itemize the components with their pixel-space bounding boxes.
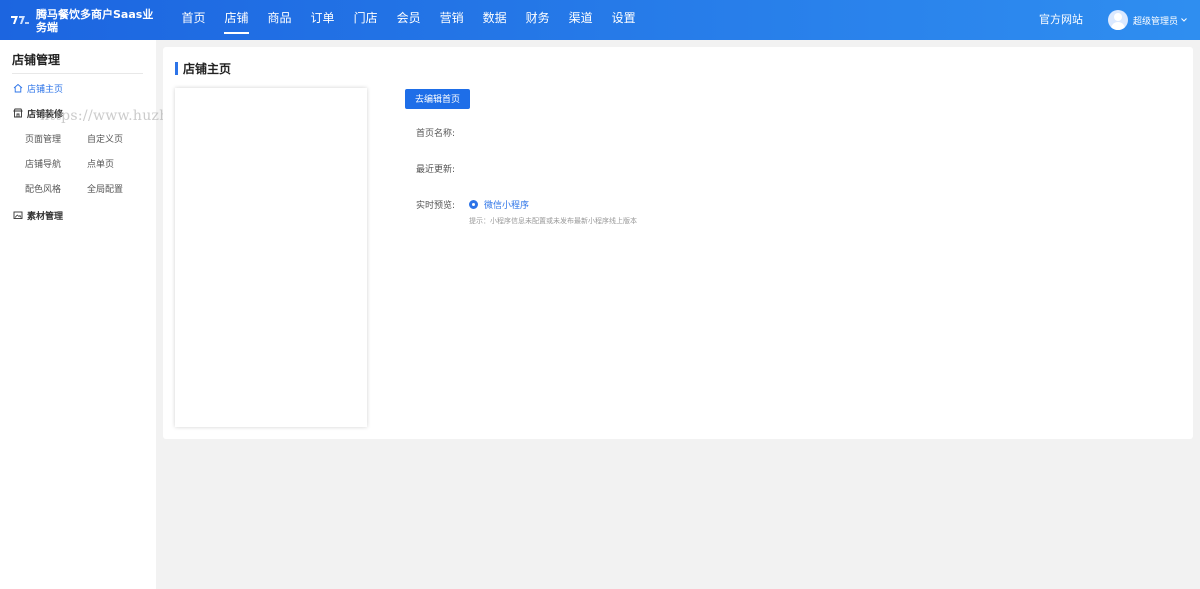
avatar xyxy=(1108,10,1128,30)
chevron-down-icon xyxy=(1181,18,1187,22)
sidebar-item-store-decoration[interactable]: 店铺装修 xyxy=(13,106,63,120)
nav-item-settings[interactable]: 设置 xyxy=(602,0,645,40)
preview-label: 实时预览: xyxy=(416,201,456,211)
nav-item-goods[interactable]: 商品 xyxy=(258,0,301,40)
sidebar: 店铺管理 店铺主页 店铺装修 页面管理 自定义页 店铺导航 点单页 配色风格 全… xyxy=(0,40,156,589)
sidebar-subitem-store-navigation[interactable]: 店铺导航 xyxy=(25,157,61,170)
user-name: 超级管理员 xyxy=(1133,16,1179,27)
sidebar-item-store-home[interactable]: 店铺主页 xyxy=(13,81,63,95)
home-icon xyxy=(13,83,23,93)
brand-name: 腾马餐饮多商户Saas业务端 xyxy=(36,8,154,34)
sidebar-item-label: 店铺主页 xyxy=(27,84,64,95)
user-menu[interactable]: 超级管理员 xyxy=(1108,9,1188,31)
sidebar-item-label: 素材管理 xyxy=(27,211,64,222)
nav-item-members[interactable]: 会员 xyxy=(387,0,430,40)
nav-item-data[interactable]: 数据 xyxy=(473,0,516,40)
edit-home-button[interactable]: 去编辑首页 xyxy=(405,89,470,109)
main-nav: 首页 店铺 商品 订单 门店 会员 营销 数据 财务 渠道 设置 xyxy=(172,0,645,40)
brand-logo-icon xyxy=(11,16,29,24)
official-site-link[interactable]: 官方网站 xyxy=(1039,0,1083,40)
sidebar-title: 店铺管理 xyxy=(12,53,61,67)
phone-preview-frame xyxy=(175,88,367,427)
main-content-card: 店铺主页 去编辑首页 首页名称: 最近更新: 实时预览: 微信小程序 提示：小程… xyxy=(163,47,1193,439)
nav-item-store[interactable]: 店铺 xyxy=(215,0,258,40)
nav-item-orders[interactable]: 订单 xyxy=(301,0,344,40)
nav-item-finance[interactable]: 财务 xyxy=(516,0,559,40)
sidebar-subitem-page-management[interactable]: 页面管理 xyxy=(25,132,61,145)
last-update-label: 最近更新: xyxy=(416,165,456,175)
preview-option-label: 微信小程序 xyxy=(484,201,530,211)
sidebar-item-materials[interactable]: 素材管理 xyxy=(13,208,63,222)
preview-option-radio[interactable]: 微信小程序 xyxy=(469,198,529,211)
nav-item-shops[interactable]: 门店 xyxy=(344,0,387,40)
store-icon xyxy=(13,108,23,118)
nav-item-channels[interactable]: 渠道 xyxy=(559,0,602,40)
nav-item-marketing[interactable]: 营销 xyxy=(430,0,473,40)
sidebar-subitem-order-page[interactable]: 点单页 xyxy=(87,157,114,170)
section-title-accent-bar xyxy=(175,61,178,75)
section-title: 店铺主页 xyxy=(175,61,232,76)
preview-hint-text: 提示：小程序信息未配置或未发布最新小程序线上版本 xyxy=(469,217,637,225)
sidebar-subitem-color-style[interactable]: 配色风格 xyxy=(25,182,61,195)
sidebar-item-label: 店铺装修 xyxy=(27,109,64,120)
radio-selected-icon xyxy=(469,200,478,209)
brand[interactable]: 腾马餐饮多商户Saas业务端 xyxy=(10,5,160,35)
image-icon xyxy=(13,211,23,219)
sidebar-subitem-global-config[interactable]: 全局配置 xyxy=(87,182,123,195)
section-title-text: 店铺主页 xyxy=(183,61,232,76)
home-name-label: 首页名称: xyxy=(416,129,456,139)
sidebar-divider xyxy=(12,73,143,74)
top-navigation-bar: 腾马餐饮多商户Saas业务端 首页 店铺 商品 订单 门店 会员 营销 数据 财… xyxy=(0,0,1200,40)
nav-item-home[interactable]: 首页 xyxy=(172,0,215,40)
sidebar-subitem-custom-page[interactable]: 自定义页 xyxy=(87,132,123,145)
